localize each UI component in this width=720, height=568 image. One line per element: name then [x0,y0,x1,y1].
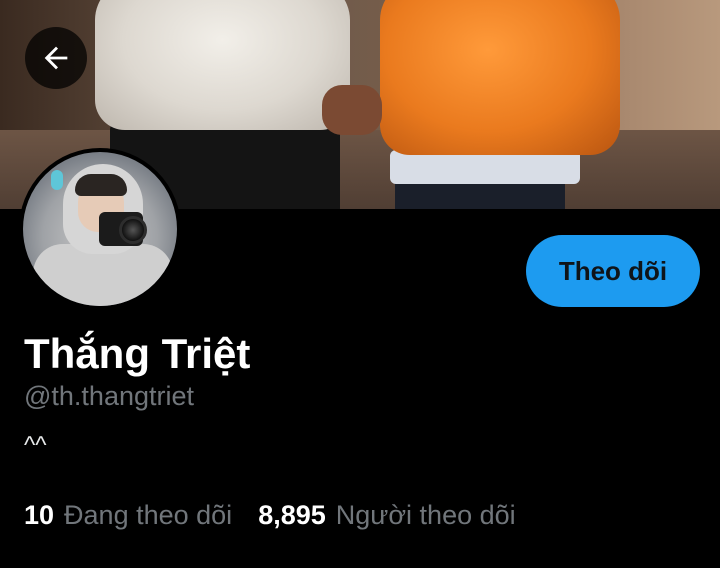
followers-count: 8,895 [258,500,326,530]
avatar[interactable] [19,148,181,310]
banner-figure-right-hem [390,150,580,184]
avatar-hair [75,174,127,196]
banner-figure-left [95,0,350,130]
back-button[interactable] [25,27,87,89]
profile-name: Thắng Triệt [24,330,251,377]
following-label: Đang theo dõi [64,500,233,530]
followers-label: Người theo dõi [335,500,516,530]
profile-handle: @th.thangtriet [24,381,195,411]
following-stat[interactable]: 10 Đang theo dõi [24,500,232,531]
avatar-camera-lens [119,216,147,244]
profile-bio: ^^ [24,432,47,459]
following-count: 10 [24,500,55,530]
banner-hands [322,85,382,135]
followers-stat[interactable]: 8,895 Người theo dõi [258,500,515,531]
follow-button[interactable]: Theo dõi [526,235,700,307]
arrow-left-icon [44,46,68,70]
banner-figure-right [380,0,620,155]
avatar-background-light [51,170,63,190]
profile-stats: 10 Đang theo dõi 8,895 Người theo dõi [24,500,542,531]
